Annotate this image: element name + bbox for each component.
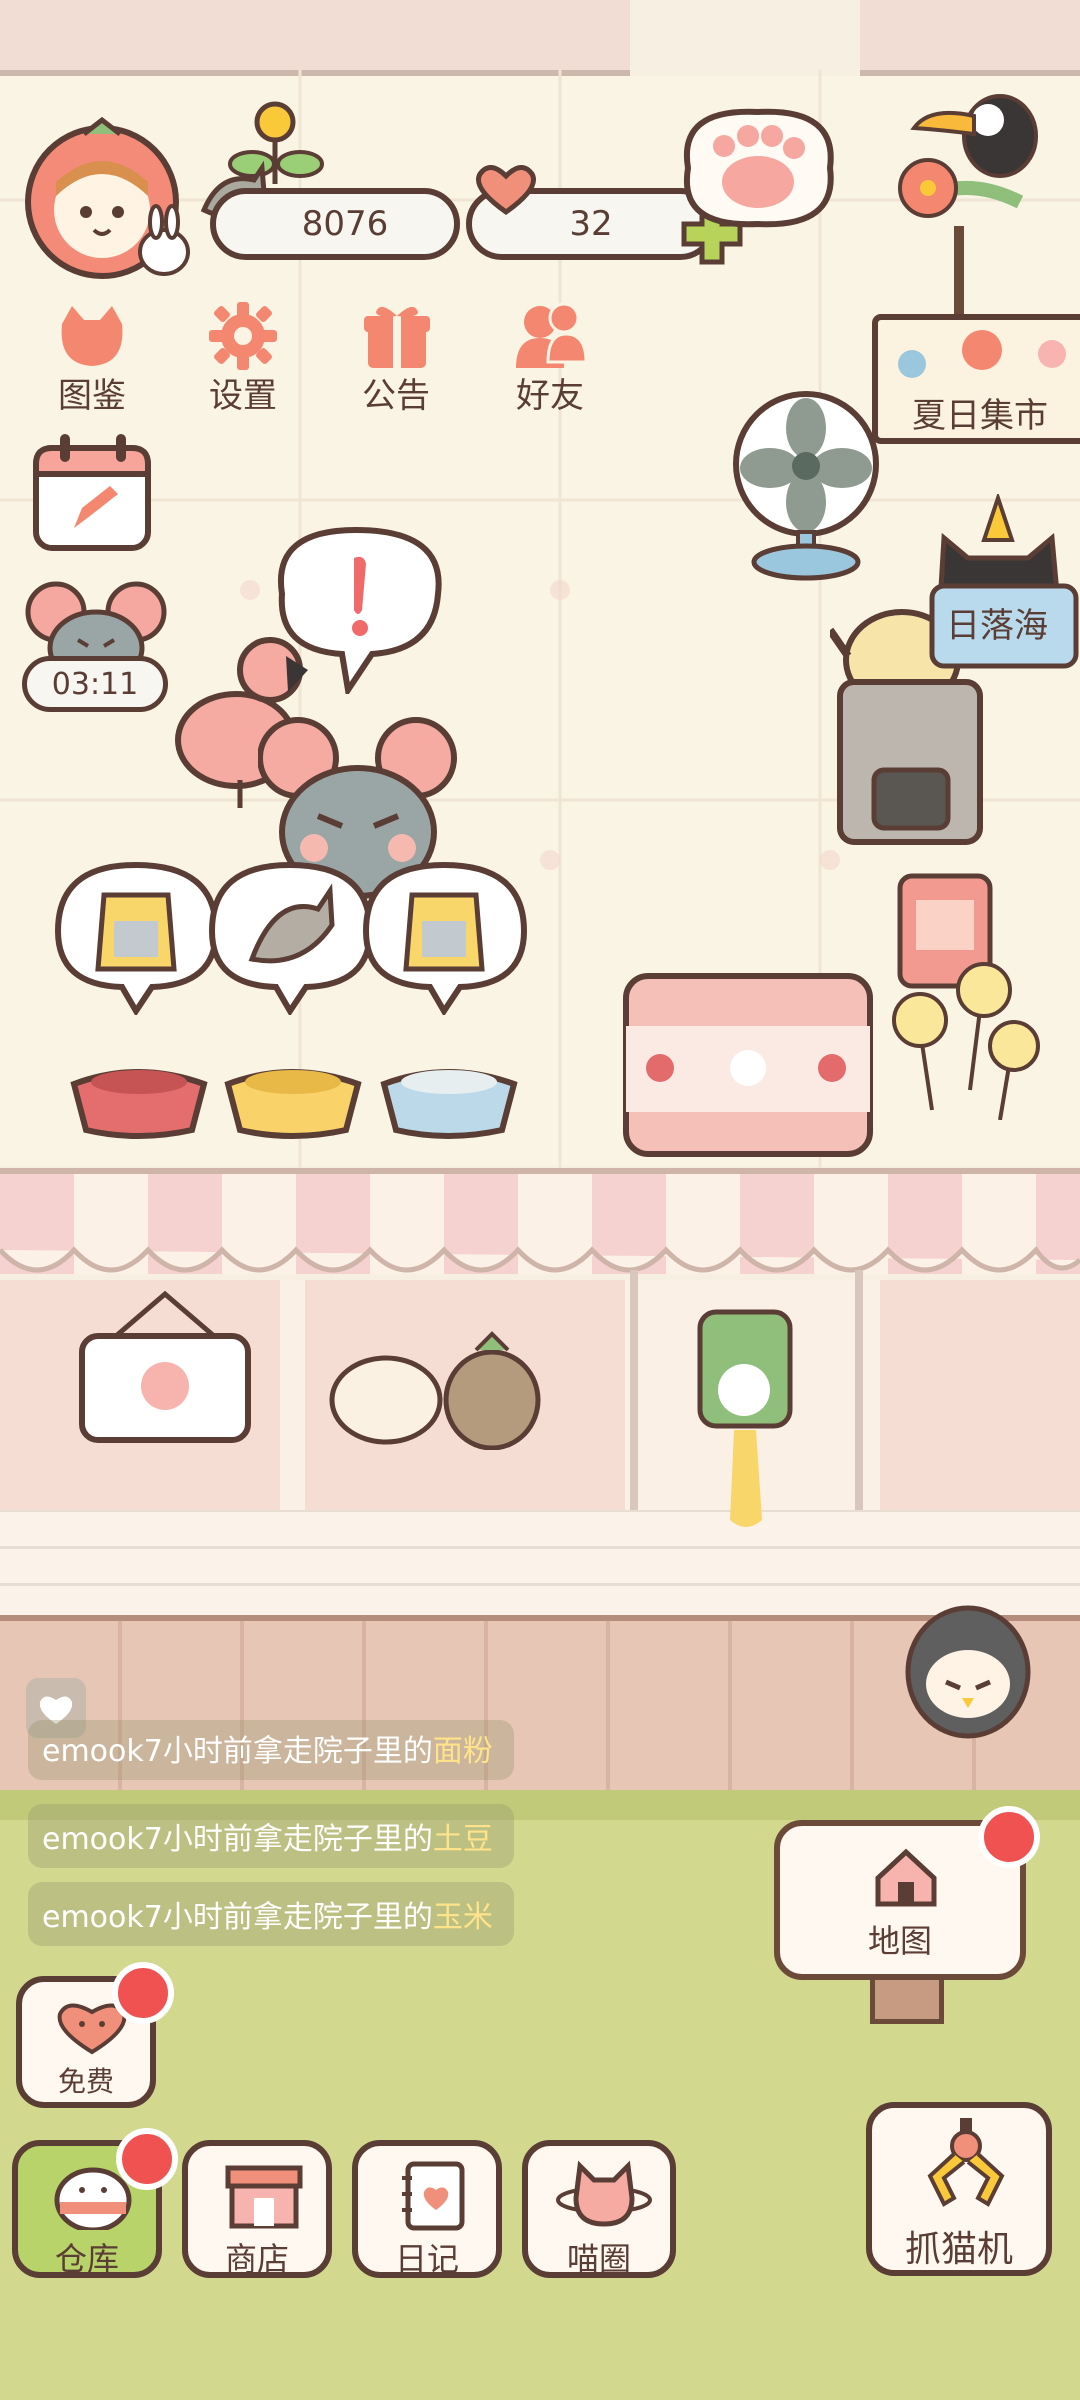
cushion-icon (623, 973, 873, 1157)
charm-ornament (690, 1290, 800, 1530)
menu-label: 图鉴 (58, 376, 126, 416)
friends-icon (516, 302, 588, 368)
menu-label: 公告 (362, 376, 430, 416)
menu-item-settings[interactable]: 设置 (183, 296, 303, 416)
fan-icon (733, 391, 879, 581)
gear-icon (209, 302, 277, 370)
sunset-sea-label: 日落海 (946, 606, 1048, 646)
nav-meow-circle[interactable]: 喵圈 (522, 2140, 676, 2278)
free-button[interactable]: 免费 (16, 1962, 174, 2108)
bowl-red[interactable] (68, 1050, 210, 1140)
menu-label: 好友 (516, 376, 584, 416)
sunset-sea-sign[interactable]: 日落海 (928, 494, 1080, 676)
fish-food-icon (208, 861, 374, 1017)
claw-machine-button[interactable]: 抓猫机 (866, 2102, 1052, 2276)
flower-board-icon (79, 1290, 251, 1443)
claw-icon (927, 2118, 1005, 2207)
summer-market-sign[interactable]: 夏日集市 (872, 314, 1080, 444)
gift-icon (364, 306, 430, 368)
player-avatar[interactable] (14, 112, 194, 282)
bowl-blue[interactable] (378, 1050, 520, 1140)
free-label: 免费 (57, 2065, 114, 2098)
feed-text: emook7小时前拿走院子里的 (42, 1734, 433, 1769)
map-button[interactable]: 地图 (774, 1806, 1040, 2024)
house-icon (875, 1848, 937, 1907)
penguin-icon (905, 1605, 1031, 1739)
menu-item-collection[interactable]: 图鉴 (32, 296, 152, 416)
electric-fan (722, 384, 892, 584)
blue-bowl-icon (380, 1069, 518, 1139)
calendar-edit-icon (33, 434, 151, 551)
feed-item: emook7小时前拿走院子里的 玉米 (28, 1882, 514, 1946)
nav-warehouse[interactable]: 仓库 (12, 2128, 178, 2278)
penguin-figure[interactable] (904, 1600, 1034, 1740)
shop-icon (225, 2165, 303, 2229)
nav-diary[interactable]: 日记 (352, 2140, 502, 2278)
feed-text: emook7小时前拿走院子里的 (42, 1822, 433, 1857)
hanging-sign (76, 1286, 254, 1446)
mouse-timer-value: 03:11 (22, 656, 168, 712)
nav-label: 仓库 (54, 2240, 119, 2278)
nav-label: 喵圈 (566, 2240, 631, 2278)
menu-item-announcement[interactable]: 公告 (336, 296, 456, 416)
claw-label: 抓猫机 (904, 2229, 1013, 2270)
heart-icon (476, 165, 536, 216)
bird-toy-icon (329, 1331, 541, 1451)
calendar-button[interactable] (30, 430, 156, 556)
coin-counter: 8076 (190, 98, 460, 268)
coin-count: 8076 (210, 188, 460, 260)
black-cat-icon (929, 494, 1079, 669)
feed-text: emook7小时前拿走院子里的 (42, 1900, 433, 1935)
map-label: 地图 (867, 1922, 932, 1960)
toucan-stand[interactable] (870, 76, 1050, 316)
cat-food-bag-icon (54, 861, 220, 1017)
planet-cat-icon (556, 2160, 652, 2227)
toucan-icon (898, 94, 1038, 316)
nav-label: 商店 (224, 2240, 289, 2278)
bowl-yellow[interactable] (222, 1050, 364, 1140)
yellow-bowl-icon (224, 1069, 362, 1139)
paw-icon (683, 108, 834, 228)
cat-food-bag-icon (362, 861, 528, 1017)
notification-dot (116, 2128, 178, 2190)
mouse-timer[interactable]: 03:11 (22, 574, 170, 714)
notification-dot (978, 1806, 1040, 1868)
feed-item: emook7小时前拿走院子里的 面粉 (28, 1720, 514, 1780)
food-bubble-3[interactable] (356, 855, 534, 1017)
menu-item-friends[interactable]: 好友 (490, 296, 610, 416)
paw-bubble[interactable] (668, 98, 848, 238)
pink-cushion[interactable] (620, 970, 876, 1160)
feed-item-name: 玉米 (432, 1900, 493, 1935)
book-sunflowers (880, 870, 1060, 1121)
diary-icon (402, 2161, 465, 2231)
cat-book-icon (61, 306, 123, 366)
notification-dot (112, 1962, 174, 2024)
food-bubble-2[interactable] (202, 855, 380, 1017)
bird-toys (326, 1320, 546, 1451)
feed-item: emook7小时前拿走院子里的 土豆 (28, 1804, 514, 1868)
food-bubble-1[interactable] (48, 855, 226, 1017)
nav-shop[interactable]: 商店 (182, 2140, 332, 2278)
charm-icon (697, 1309, 793, 1527)
sunflower-icon (892, 873, 1040, 1121)
nav-label: 日记 (394, 2240, 459, 2278)
menu-label: 设置 (209, 376, 277, 416)
feed-item-name: 土豆 (432, 1822, 493, 1857)
feed-item-name: 面粉 (432, 1734, 493, 1769)
red-bowl-icon (70, 1069, 208, 1139)
summer-market-label: 夏日集市 (912, 396, 1048, 436)
